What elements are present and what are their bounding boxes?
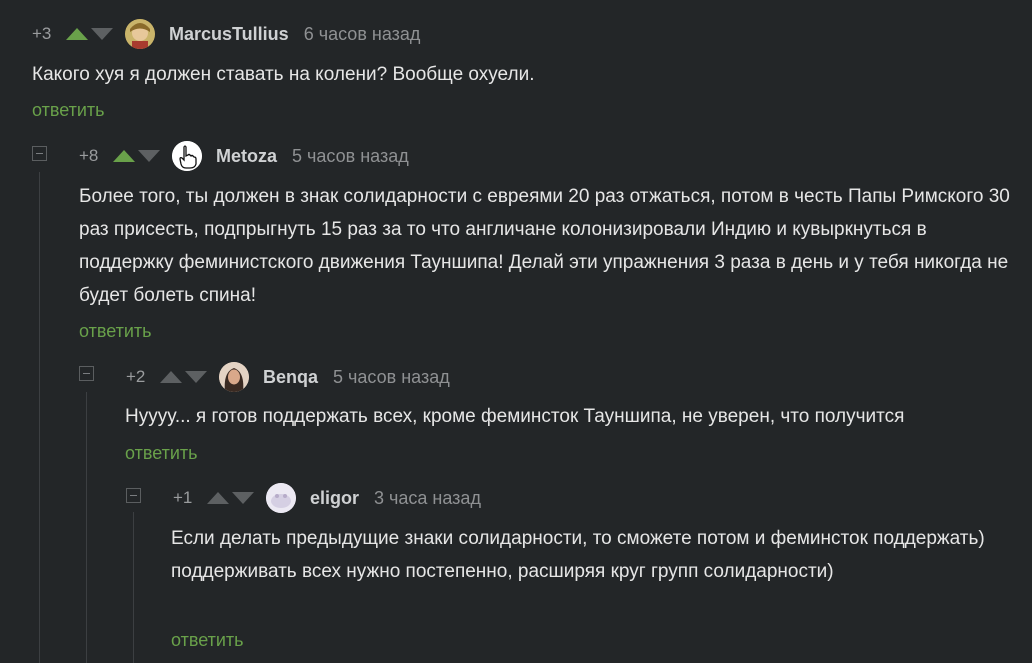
- reply-link[interactable]: ответить: [171, 630, 244, 651]
- comment-rating: +2: [126, 367, 146, 386]
- collapse-button[interactable]: [32, 146, 47, 161]
- comment-text: Какого хуя я должен ставать на колени? В…: [32, 64, 535, 85]
- username-link[interactable]: Metoza: [216, 146, 277, 167]
- comment-rating: +3: [32, 24, 52, 43]
- comment-text: Нуууу... я готов поддержать всех, кроме …: [125, 406, 905, 427]
- upvote-arrow-icon[interactable]: [66, 28, 88, 40]
- comment-rating: +8: [79, 146, 99, 165]
- comment-text: Более того, ты должен в знак солидарност…: [79, 186, 1010, 306]
- username-link[interactable]: eligor: [310, 488, 359, 509]
- comment-header: +8 Metoza 5 часов назад: [79, 141, 409, 171]
- downvote-arrow-icon[interactable]: [232, 492, 254, 504]
- comment-header: +3 MarcusTullius 6 часов назад: [32, 19, 420, 49]
- avatar-icon[interactable]: [266, 483, 296, 513]
- reply-link[interactable]: ответить: [79, 321, 152, 342]
- upvote-arrow-icon[interactable]: [207, 492, 229, 504]
- collapse-button[interactable]: [126, 488, 141, 503]
- reply-link[interactable]: ответить: [125, 443, 198, 464]
- thread-line: [133, 512, 134, 663]
- timestamp[interactable]: 5 часов назад: [333, 367, 450, 388]
- username-link[interactable]: Benqa: [263, 367, 318, 388]
- downvote-arrow-icon[interactable]: [91, 28, 113, 40]
- avatar-icon[interactable]: [219, 362, 249, 392]
- comment-rating: +1: [173, 488, 193, 507]
- thread-line: [86, 392, 87, 663]
- collapse-button[interactable]: [79, 366, 94, 381]
- pointing-hand-icon[interactable]: [172, 141, 202, 171]
- comment-header: +1 eligor 3 часа назад: [173, 483, 481, 513]
- comment-text: Если делать предыдущие знаки солидарност…: [171, 528, 985, 582]
- upvote-arrow-icon[interactable]: [160, 371, 182, 383]
- comment-header: +2 Benqa 5 часов назад: [126, 362, 450, 392]
- timestamp[interactable]: 3 часа назад: [374, 488, 481, 509]
- downvote-arrow-icon[interactable]: [185, 371, 207, 383]
- timestamp[interactable]: 6 часов назад: [304, 24, 421, 45]
- reply-link[interactable]: ответить: [32, 100, 105, 121]
- downvote-arrow-icon[interactable]: [138, 150, 160, 162]
- timestamp[interactable]: 5 часов назад: [292, 146, 409, 167]
- thread-line: [39, 172, 40, 663]
- upvote-arrow-icon[interactable]: [113, 150, 135, 162]
- username-link[interactable]: MarcusTullius: [169, 24, 289, 45]
- avatar-icon[interactable]: [125, 19, 155, 49]
